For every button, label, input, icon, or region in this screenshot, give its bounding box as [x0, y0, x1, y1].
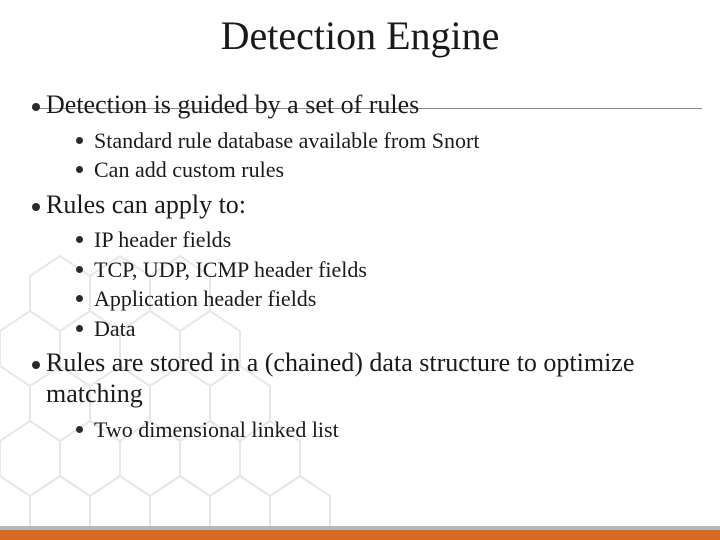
- sub-list: Standard rule database available from Sn…: [46, 127, 702, 184]
- list-item: IP header fields: [76, 226, 702, 254]
- bullet-list: Detection is guided by a set of rules St…: [32, 90, 702, 443]
- list-item-text: Can add custom rules: [94, 157, 284, 182]
- list-item: Data: [76, 315, 702, 343]
- list-item-text: Application header fields: [94, 286, 316, 311]
- list-item-text: Detection is guided by a set of rules: [46, 90, 419, 119]
- list-item-text: IP header fields: [94, 227, 231, 252]
- list-item: Standard rule database available from Sn…: [76, 127, 702, 155]
- sub-list: IP header fields TCP, UDP, ICMP header f…: [46, 226, 702, 342]
- list-item: Rules are stored in a (chained) data str…: [32, 348, 702, 443]
- footer-orange-stripe: [0, 530, 720, 540]
- list-item-text: Rules are stored in a (chained) data str…: [46, 348, 634, 408]
- sub-list: Two dimensional linked list: [46, 416, 702, 444]
- list-item: Rules can apply to: IP header fields TCP…: [32, 190, 702, 343]
- list-item: Application header fields: [76, 285, 702, 313]
- slide-title: Detection Engine: [0, 12, 720, 59]
- slide-content: Detection is guided by a set of rules St…: [32, 90, 702, 449]
- list-item-text: Two dimensional linked list: [94, 417, 339, 442]
- slide: Detection Engine Detection is guided by …: [0, 0, 720, 540]
- list-item-text: Data: [94, 316, 136, 341]
- list-item: Can add custom rules: [76, 156, 702, 184]
- list-item: Two dimensional linked list: [76, 416, 702, 444]
- list-item: TCP, UDP, ICMP header fields: [76, 256, 702, 284]
- list-item-text: Rules can apply to:: [46, 190, 246, 219]
- footer-bar: [0, 526, 720, 540]
- list-item: Detection is guided by a set of rules St…: [32, 90, 702, 184]
- list-item-text: Standard rule database available from Sn…: [94, 128, 479, 153]
- list-item-text: TCP, UDP, ICMP header fields: [94, 257, 367, 282]
